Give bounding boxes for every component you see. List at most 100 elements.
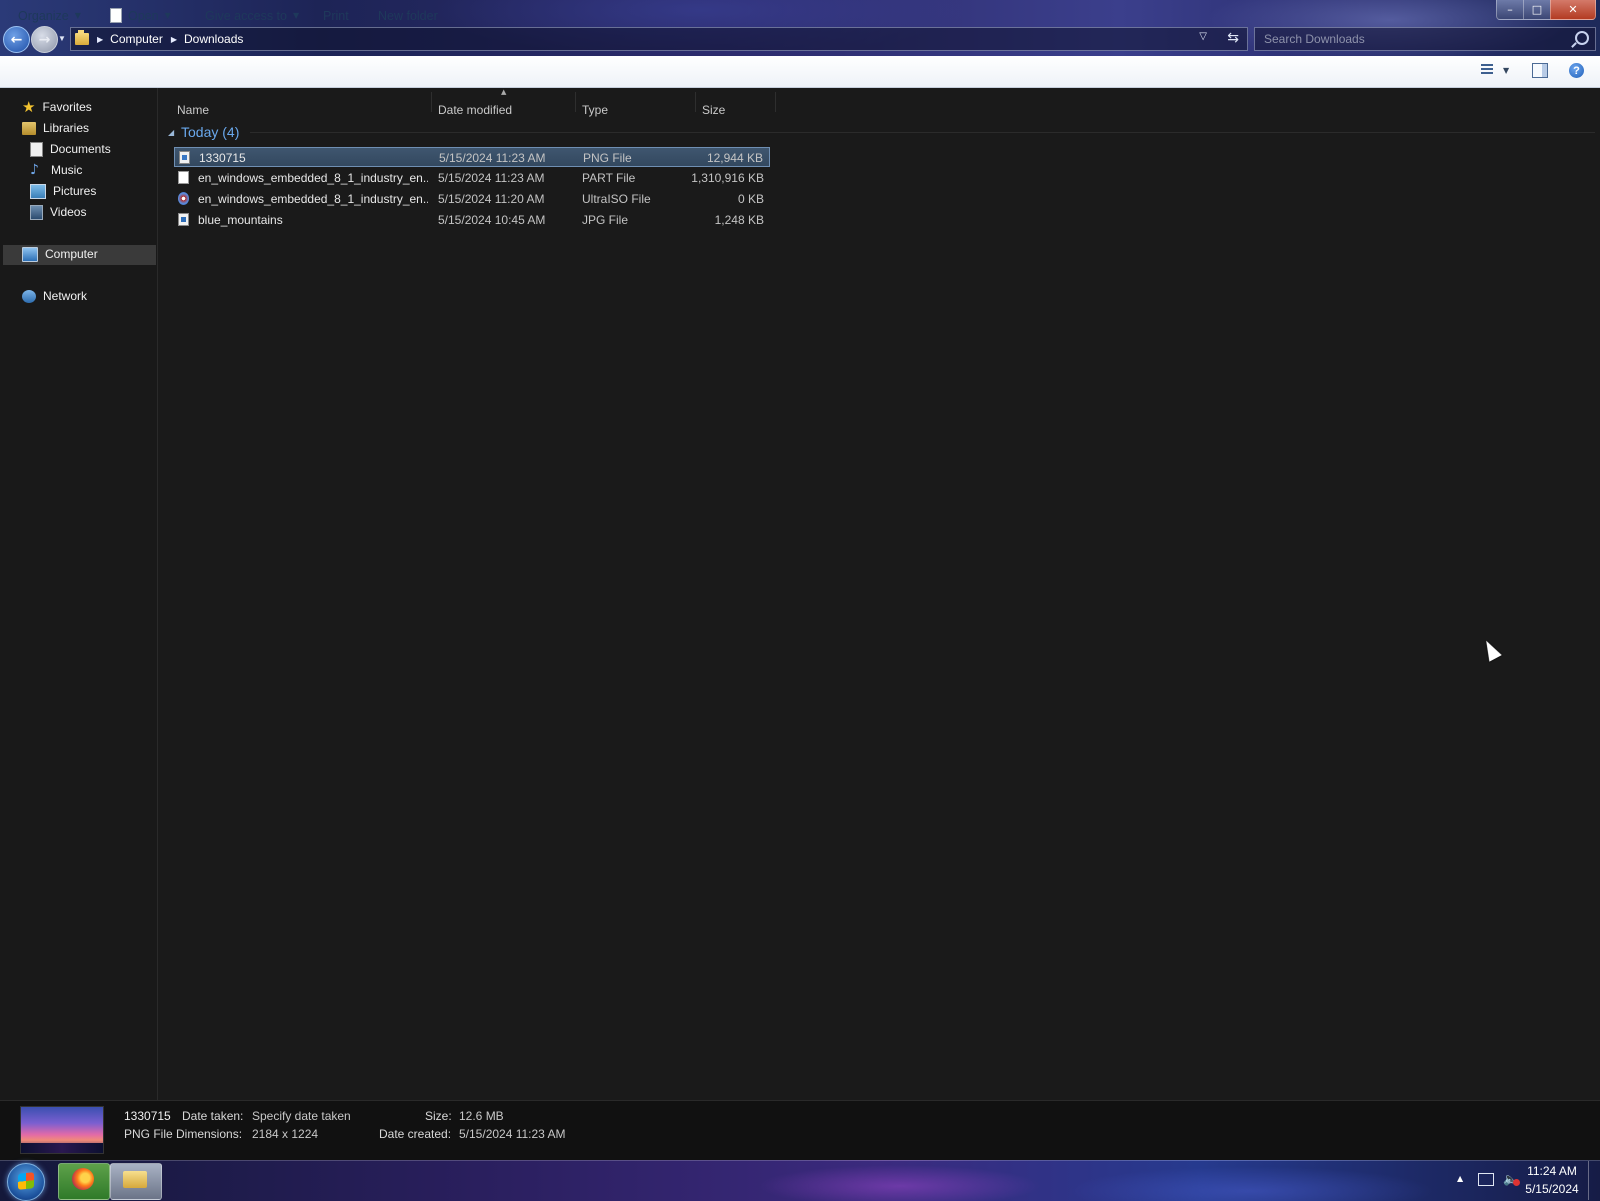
refresh-icon[interactable]: ⇆ bbox=[1227, 30, 1239, 46]
column-header-name[interactable]: Name bbox=[177, 100, 209, 120]
file-size: 12,944 KB bbox=[706, 151, 763, 165]
size-label: Size: bbox=[425, 1109, 452, 1123]
file-size: 1,310,916 KB bbox=[691, 171, 764, 185]
nav-item-music[interactable]: ♪ Music bbox=[30, 160, 82, 180]
size-value: 12.6 MB bbox=[459, 1109, 504, 1123]
column-divider[interactable] bbox=[431, 92, 432, 112]
open-button[interactable]: Open ▼ bbox=[110, 0, 171, 31]
nav-item-label: Music bbox=[51, 163, 83, 177]
chevron-right-icon[interactable]: ▶ bbox=[171, 35, 177, 44]
sort-indicator-icon: ▲ bbox=[501, 88, 507, 96]
file-list[interactable] bbox=[158, 88, 1600, 1100]
breadcrumb-downloads[interactable]: Downloads bbox=[184, 32, 243, 46]
open-label: Open bbox=[128, 8, 159, 23]
search-box[interactable] bbox=[1254, 27, 1596, 51]
nav-item-label: Libraries bbox=[43, 121, 90, 135]
file-date-modified: 5/15/2024 11:23 AM bbox=[439, 151, 546, 165]
group-header-today[interactable]: Today (4) bbox=[181, 124, 239, 140]
print-button[interactable]: Print bbox=[323, 0, 349, 31]
date-taken-label: Date taken: bbox=[182, 1109, 244, 1123]
file-row[interactable]: en_windows_embedded_8_1_industry_en... 5… bbox=[174, 168, 770, 188]
date-taken-value[interactable]: Specify date taken bbox=[252, 1109, 351, 1123]
network-icon bbox=[22, 289, 36, 303]
details-file-name: 1330715 bbox=[124, 1109, 171, 1123]
nav-item-favorites[interactable]: ★ Favorites bbox=[22, 97, 92, 117]
chevron-down-icon: ▼ bbox=[292, 11, 300, 20]
pictures-icon bbox=[30, 183, 46, 199]
file-name: en_windows_embedded_8_1_industry_en... bbox=[198, 171, 428, 185]
change-view-icon[interactable] bbox=[1477, 64, 1493, 78]
nav-item-label: Network bbox=[43, 289, 88, 303]
give-access-button[interactable]: Give access to ▼ bbox=[205, 0, 299, 31]
column-header-date-modified[interactable]: Date modified bbox=[438, 100, 512, 120]
give-access-label: Give access to bbox=[205, 8, 287, 23]
file-date-modified: 5/15/2024 11:23 AM bbox=[438, 171, 545, 185]
chevron-right-icon[interactable]: ▶ bbox=[97, 35, 103, 44]
file-type: PNG File bbox=[583, 151, 632, 165]
organize-button[interactable]: Organize ▼ bbox=[18, 0, 81, 31]
nav-item-label: Documents bbox=[50, 142, 111, 156]
start-button[interactable] bbox=[7, 1163, 45, 1201]
volume-muted-icon[interactable]: 🔈 bbox=[1503, 1172, 1520, 1186]
taskbar bbox=[0, 1160, 1600, 1201]
file-name: 1330715 bbox=[199, 151, 246, 165]
file-row[interactable]: blue_mountains 5/15/2024 10:45 AM JPG Fi… bbox=[174, 210, 770, 230]
clock-time[interactable]: 11:24 AM bbox=[1524, 1164, 1580, 1178]
file-name: blue_mountains bbox=[198, 213, 283, 227]
show-desktop-button[interactable] bbox=[1588, 1161, 1600, 1200]
file-thumbnail bbox=[20, 1106, 104, 1154]
arrow-right-icon: → bbox=[38, 31, 51, 48]
nav-item-label: Favorites bbox=[42, 100, 92, 114]
file-type: UltraISO File bbox=[582, 192, 651, 206]
column-header-type[interactable]: Type bbox=[582, 100, 608, 120]
column-divider[interactable] bbox=[575, 92, 576, 112]
file-date-modified: 5/15/2024 11:20 AM bbox=[438, 192, 545, 206]
new-folder-button[interactable]: New folder bbox=[378, 0, 438, 31]
column-divider[interactable] bbox=[775, 92, 776, 112]
folder-icon bbox=[123, 1171, 147, 1188]
dimensions-label: Dimensions: bbox=[176, 1127, 243, 1141]
search-input[interactable] bbox=[1262, 31, 1566, 47]
close-button[interactable]: ✕ bbox=[1550, 0, 1596, 20]
firefox-icon bbox=[72, 1168, 94, 1190]
date-created-value: 5/15/2024 11:23 AM bbox=[459, 1127, 566, 1141]
group-divider bbox=[250, 132, 1595, 133]
file-size: 0 KB bbox=[737, 192, 764, 206]
help-icon[interactable]: ? bbox=[1569, 63, 1584, 78]
maximize-button[interactable]: □ bbox=[1523, 0, 1551, 20]
column-header-size[interactable]: Size bbox=[702, 100, 725, 120]
nav-item-libraries[interactable]: Libraries bbox=[22, 118, 89, 138]
clock-date[interactable]: 5/15/2024 bbox=[1524, 1182, 1580, 1196]
minimize-button[interactable]: – bbox=[1496, 0, 1524, 20]
collapse-group-icon[interactable]: ◢ bbox=[168, 128, 174, 137]
recent-pages-dropdown[interactable]: ▼ bbox=[58, 34, 66, 43]
nav-item-network[interactable]: Network bbox=[22, 286, 87, 306]
star-icon: ★ bbox=[22, 97, 36, 116]
organize-label: Organize bbox=[18, 8, 69, 23]
navigation-pane bbox=[0, 88, 158, 1100]
action-center-icon[interactable] bbox=[1478, 1173, 1494, 1186]
show-hidden-icons-icon[interactable]: ▲ bbox=[1457, 1174, 1463, 1183]
file-row[interactable]: en_windows_embedded_8_1_industry_en... 5… bbox=[174, 189, 770, 209]
file-icon bbox=[110, 8, 122, 23]
libraries-icon bbox=[22, 121, 36, 135]
nav-item-videos[interactable]: Videos bbox=[30, 202, 86, 222]
search-icon[interactable] bbox=[1575, 31, 1589, 45]
view-options-dropdown[interactable]: ▼ bbox=[1503, 66, 1509, 75]
chevron-down-icon: ▼ bbox=[164, 11, 171, 20]
videos-icon bbox=[30, 204, 43, 220]
nav-item-pictures[interactable]: Pictures bbox=[30, 181, 96, 201]
nav-item-computer[interactable]: Computer bbox=[22, 244, 98, 264]
nav-item-documents[interactable]: Documents bbox=[30, 139, 111, 159]
png-file-icon bbox=[179, 151, 190, 164]
column-divider[interactable] bbox=[695, 92, 696, 112]
preview-pane-icon[interactable] bbox=[1532, 63, 1548, 78]
arrow-left-icon: ← bbox=[10, 31, 23, 48]
folder-icon bbox=[75, 30, 89, 45]
file-row[interactable]: 1330715 5/15/2024 11:23 AM PNG File 12,9… bbox=[174, 147, 770, 167]
part-file-icon bbox=[178, 171, 189, 184]
file-size: 1,248 KB bbox=[714, 213, 764, 227]
chevron-down-icon: ▼ bbox=[74, 11, 81, 20]
breadcrumb-computer[interactable]: Computer bbox=[110, 32, 163, 46]
address-history-dropdown[interactable]: ▽ bbox=[1199, 31, 1207, 42]
